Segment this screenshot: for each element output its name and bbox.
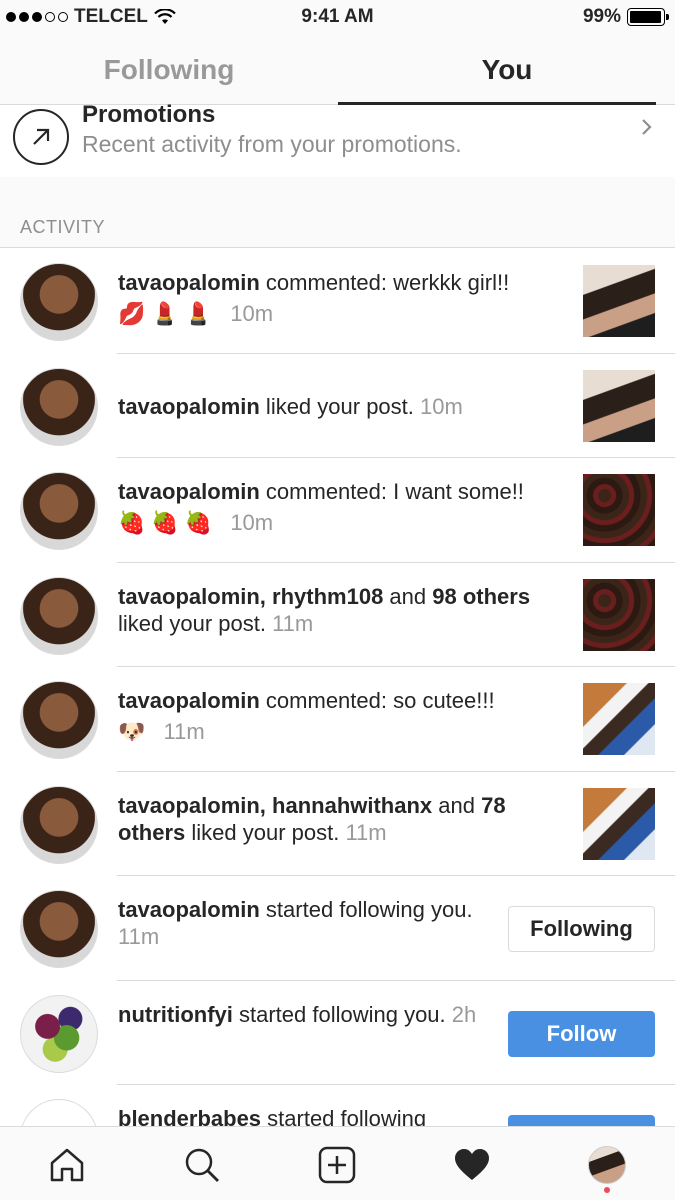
following-button[interactable]: Following [508,906,655,952]
timestamp: 10m [420,393,463,419]
home-icon[interactable] [47,1145,87,1185]
promotions-title: Promotions [82,101,216,128]
list-item[interactable]: tavaopalomin commented: werkkk girl!! 💋💄… [0,249,675,354]
timestamp: 10m [230,510,274,535]
username[interactable]: tavaopalomin [118,270,260,295]
avatar[interactable] [20,890,98,968]
timestamp: 11m [163,719,205,744]
heart-icon[interactable] [452,1145,492,1185]
list-item[interactable]: tavaopalomin commented: so cutee!!! 🐶 11… [0,667,675,772]
status-bar: TELCEL 9:41 AM 99% [0,0,675,34]
list-item[interactable]: tavaopalomin started following you. 11m … [0,876,675,981]
activity-list: tavaopalomin commented: werkkk girl!! 💋💄… [0,249,675,1190]
tab-following[interactable]: Following [0,34,338,105]
promotions-row[interactable]: Promotions Recent activity from your pro… [0,101,675,177]
comment-emojis: 🍓🍓🍓 [118,510,219,535]
search-icon[interactable] [182,1145,222,1185]
others-count[interactable]: 98 others [432,584,530,609]
add-post-icon[interactable] [317,1145,357,1185]
timestamp: 10m [230,301,274,326]
avatar[interactable] [20,472,98,550]
post-thumbnail[interactable] [583,578,655,651]
battery-icon [627,8,669,26]
battery-percent: 99% [582,6,621,27]
avatar[interactable] [20,994,98,1073]
activity-section-header: ACTIVITY [0,177,675,248]
post-thumbnail[interactable] [583,265,655,337]
timestamp: 2h [451,1001,477,1027]
post-thumbnail[interactable] [583,683,655,755]
tab-you[interactable]: You [338,34,675,105]
username[interactable]: tavaopalomin [118,688,260,713]
profile-avatar[interactable] [587,1145,627,1185]
chevron-right-icon [641,117,653,143]
list-item[interactable]: tavaopalomin liked your post. 10m [0,354,675,459]
username[interactable]: tavaopalomin [118,897,260,922]
list-item[interactable]: tavaopalomin, rhythm108 and 98 others li… [0,563,675,668]
post-thumbnail[interactable] [583,369,655,442]
timestamp: 11m [118,924,160,949]
avatar[interactable] [20,367,98,446]
username[interactable]: tavaopalomin [118,479,260,504]
timestamp: 11m [345,819,387,845]
avatar[interactable] [20,785,98,864]
list-item[interactable]: nutritionfyi started following you. 2h F… [0,981,675,1086]
follow-button[interactable]: Follow [508,1010,655,1057]
avatar[interactable] [20,576,98,655]
avatar[interactable] [20,263,98,341]
activity-tabs: Following You [0,34,675,105]
list-item[interactable]: tavaopalomin, hannahwithanx and 78 other… [0,772,675,877]
username[interactable]: tavaopalomin [118,394,260,419]
status-time: 9:41 AM [301,6,374,27]
promotions-subtitle: Recent activity from your promotions. [82,131,462,157]
username[interactable]: nutritionfyi [118,1002,233,1027]
timestamp: 11m [272,610,314,636]
post-thumbnail[interactable] [583,787,655,860]
avatar[interactable] [20,681,98,759]
notification-dot [604,1187,610,1193]
post-thumbnail[interactable] [583,474,655,546]
section-label: ACTIVITY [20,217,106,237]
bottom-tab-bar [0,1126,675,1200]
username[interactable]: tavaopalomin, rhythm108 [118,584,383,609]
arrow-up-right-icon [13,109,69,165]
list-item[interactable]: tavaopalomin commented: I want some!! 🍓🍓… [0,458,675,563]
comment-emojis: 💋💄💄 [118,301,219,326]
comment-emojis: 🐶 [118,719,152,744]
username[interactable]: tavaopalomin, hannahwithanx [118,793,432,818]
